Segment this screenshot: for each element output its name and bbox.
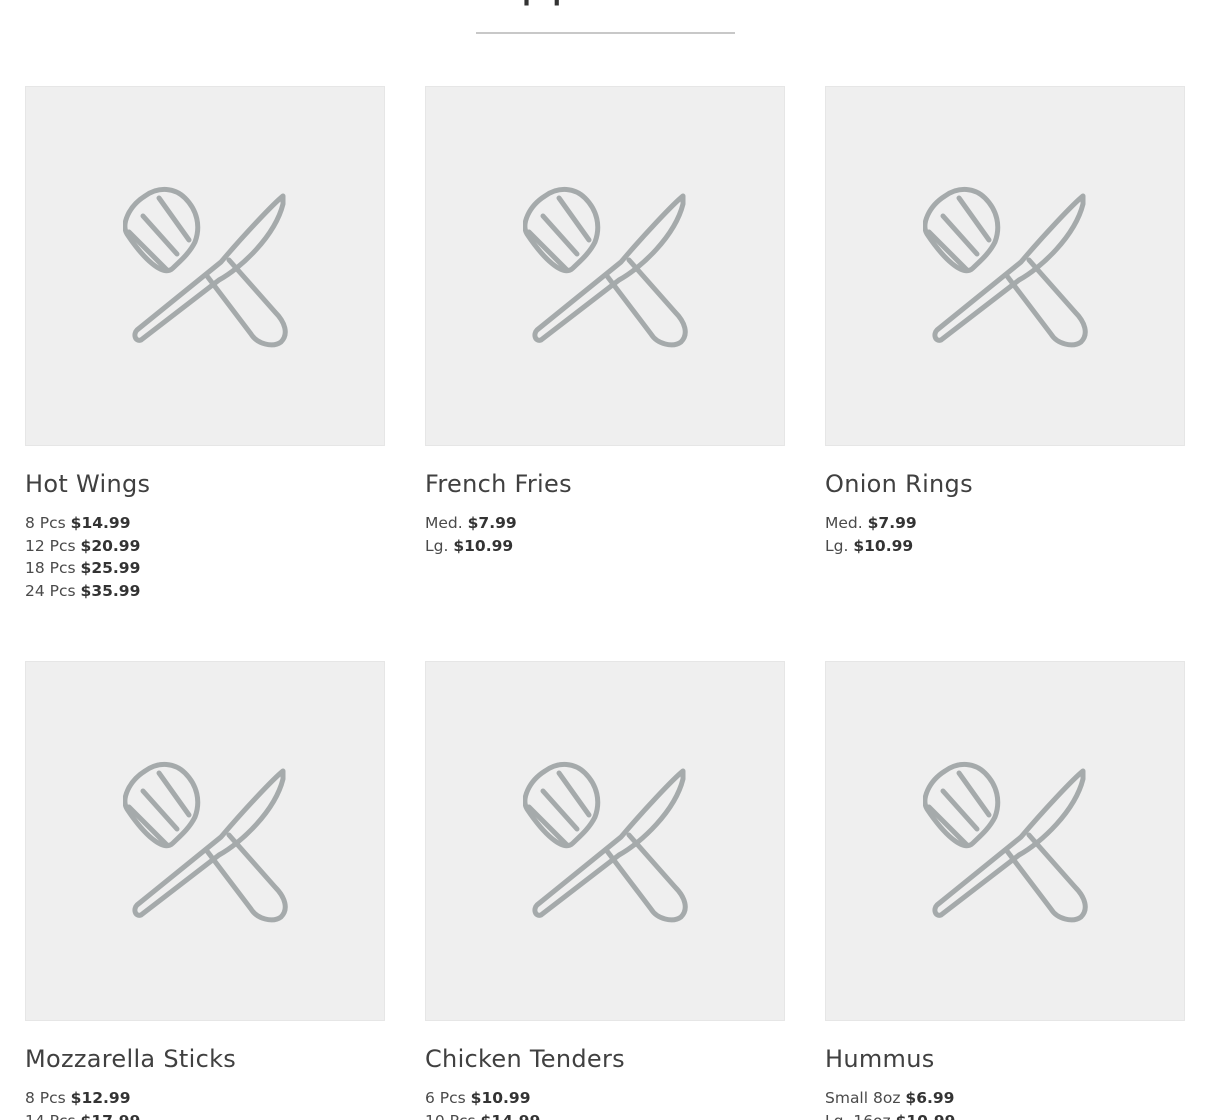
size-label: 18 Pcs bbox=[25, 559, 76, 577]
item-image-placeholder[interactable] bbox=[25, 661, 385, 1021]
price-row: 8 Pcs $14.99 bbox=[25, 512, 385, 535]
section-title: Appetizers bbox=[0, 0, 1230, 8]
price-row: 6 Pcs $10.99 bbox=[425, 1087, 785, 1110]
size-label: 10 Pcs bbox=[425, 1112, 476, 1120]
price-list: Med. $7.99 Lg. $10.99 bbox=[825, 512, 1185, 557]
fork-knife-icon bbox=[523, 759, 688, 924]
item-name: Hot Wings bbox=[25, 470, 151, 498]
item-name: Onion Rings bbox=[825, 470, 973, 498]
size-label: 12 Pcs bbox=[25, 536, 76, 555]
price-amount: $6.99 bbox=[905, 1089, 955, 1107]
menu-item-card[interactable]: Mozzarella Sticks 8 Pcs $12.99 14 Pcs $1… bbox=[25, 661, 385, 1120]
menu-item-card[interactable]: Hot Wings 8 Pcs $14.99 12 Pcs $20.99 18 … bbox=[25, 86, 385, 602]
size-label: Lg. 16oz bbox=[825, 1112, 891, 1120]
size-label: Small 8oz bbox=[825, 1089, 901, 1107]
size-label: Lg. bbox=[425, 536, 449, 555]
fork-knife-icon bbox=[923, 759, 1088, 924]
size-label: Med. bbox=[425, 514, 463, 532]
item-image-placeholder[interactable] bbox=[825, 661, 1185, 1021]
price-row: 8 Pcs $12.99 bbox=[25, 1087, 385, 1110]
price-amount: $20.99 bbox=[80, 536, 141, 555]
price-row: 14 Pcs $17.99 bbox=[25, 1110, 385, 1120]
price-row: 24 Pcs $35.99 bbox=[25, 580, 385, 603]
price-amount: $12.99 bbox=[70, 1089, 131, 1107]
price-amount: $7.99 bbox=[467, 514, 517, 532]
menu-item-card[interactable]: Onion Rings Med. $7.99 Lg. $10.99 bbox=[825, 86, 1185, 557]
item-image-placeholder[interactable] bbox=[25, 86, 385, 446]
price-row: Lg. $10.99 bbox=[825, 535, 1185, 558]
price-amount: $17.99 bbox=[81, 1112, 141, 1120]
item-name: Hummus bbox=[825, 1045, 935, 1073]
price-amount: $10.99 bbox=[453, 536, 514, 555]
price-amount: $10.99 bbox=[896, 1112, 956, 1120]
price-amount: $7.99 bbox=[867, 514, 917, 532]
size-label: 14 Pcs bbox=[25, 1112, 76, 1120]
price-row: 12 Pcs $20.99 bbox=[25, 535, 385, 558]
price-list: 8 Pcs $12.99 14 Pcs $17.99 bbox=[25, 1087, 385, 1120]
fork-knife-icon bbox=[123, 759, 288, 924]
item-name: Mozzarella Sticks bbox=[25, 1045, 237, 1073]
price-row: Small 8oz $6.99 bbox=[825, 1087, 1185, 1110]
size-label: 24 Pcs bbox=[25, 581, 76, 600]
fork-knife-icon bbox=[923, 184, 1088, 349]
price-row: Med. $7.99 bbox=[825, 512, 1185, 535]
size-label: 8 Pcs bbox=[25, 1089, 66, 1107]
size-label: Lg. bbox=[825, 536, 849, 555]
price-row: 10 Pcs $14.99 bbox=[425, 1110, 785, 1120]
price-row: 18 Pcs $25.99 bbox=[25, 557, 385, 580]
price-amount: $14.99 bbox=[481, 1112, 541, 1120]
fork-knife-icon bbox=[523, 184, 688, 349]
fork-knife-icon bbox=[123, 184, 288, 349]
item-image-placeholder[interactable] bbox=[425, 661, 785, 1021]
price-amount: $35.99 bbox=[80, 581, 141, 600]
price-amount: $10.99 bbox=[853, 536, 914, 555]
menu-item-card[interactable]: French Fries Med. $7.99 Lg. $10.99 bbox=[425, 86, 785, 557]
price-list: 8 Pcs $14.99 12 Pcs $20.99 18 Pcs $25.99… bbox=[25, 512, 385, 602]
menu-item-card[interactable]: Hummus Small 8oz $6.99 Lg. 16oz $10.99 bbox=[825, 661, 1185, 1120]
price-list: Small 8oz $6.99 Lg. 16oz $10.99 bbox=[825, 1087, 1185, 1120]
item-image-placeholder[interactable] bbox=[825, 86, 1185, 446]
item-image-placeholder[interactable] bbox=[425, 86, 785, 446]
price-row: Lg. $10.99 bbox=[425, 535, 785, 558]
price-amount: $14.99 bbox=[70, 514, 131, 532]
price-row: Lg. 16oz $10.99 bbox=[825, 1110, 1185, 1120]
menu-page: Appetizers Hot Wings 8 Pcs $14.99 12 Pcs… bbox=[0, 0, 1230, 1120]
price-list: Med. $7.99 Lg. $10.99 bbox=[425, 512, 785, 557]
size-label: 6 Pcs bbox=[425, 1089, 466, 1107]
price-list: 6 Pcs $10.99 10 Pcs $14.99 bbox=[425, 1087, 785, 1120]
heading-divider bbox=[476, 32, 735, 34]
size-label: Med. bbox=[825, 514, 863, 532]
item-name: French Fries bbox=[425, 470, 572, 498]
menu-item-card[interactable]: Chicken Tenders 6 Pcs $10.99 10 Pcs $14.… bbox=[425, 661, 785, 1120]
price-amount: $10.99 bbox=[470, 1089, 531, 1107]
size-label: 8 Pcs bbox=[25, 514, 66, 532]
price-amount: $25.99 bbox=[80, 559, 141, 577]
item-name: Chicken Tenders bbox=[425, 1045, 625, 1073]
price-row: Med. $7.99 bbox=[425, 512, 785, 535]
